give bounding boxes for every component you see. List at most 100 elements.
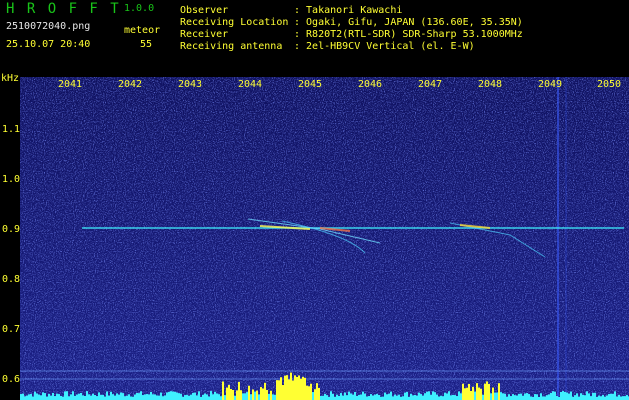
level-bar — [402, 396, 404, 400]
level-bar — [566, 392, 568, 400]
level-bar — [320, 395, 322, 400]
time-label: 2046 — [358, 79, 383, 90]
level-bar — [354, 392, 356, 400]
level-bar — [482, 394, 484, 400]
level-bar — [550, 392, 552, 400]
level-bar — [474, 391, 476, 400]
level-bar — [284, 375, 286, 400]
level-bar — [504, 393, 506, 400]
level-bar — [372, 395, 374, 400]
frequency-unit: kHz — [1, 73, 20, 84]
level-bar — [390, 391, 392, 400]
level-bar — [42, 392, 44, 400]
level-bar — [620, 396, 622, 400]
datetime: 25.10.07 20:40 — [6, 39, 91, 50]
level-bar — [494, 392, 496, 400]
level-bar — [562, 391, 564, 400]
level-bar — [364, 393, 366, 400]
level-bar — [384, 392, 386, 400]
level-bar — [528, 394, 530, 400]
level-bar — [48, 394, 50, 400]
level-bar — [80, 392, 82, 400]
level-bar — [192, 392, 194, 400]
level-bar — [418, 392, 420, 400]
level-bar — [554, 391, 556, 400]
level-bar — [216, 393, 218, 400]
level-bar — [616, 396, 618, 400]
level-bar — [194, 392, 196, 400]
level-bar — [234, 395, 236, 400]
level-bar — [184, 395, 186, 400]
level-bar — [322, 395, 324, 400]
level-bar — [368, 396, 370, 400]
frequency-label: 0.9 — [2, 224, 21, 235]
level-bar — [614, 391, 616, 400]
level-bar — [586, 391, 588, 400]
level-bar — [552, 391, 554, 400]
level-bar — [590, 396, 592, 400]
level-bar — [574, 395, 576, 400]
level-bar — [112, 394, 114, 400]
level-bar — [404, 392, 406, 400]
level-bar — [450, 395, 452, 400]
count-label: meteor — [124, 25, 161, 36]
level-bar — [318, 387, 320, 400]
level-bar — [240, 390, 242, 400]
level-bar — [88, 394, 90, 400]
level-bar — [252, 389, 254, 400]
level-bar — [548, 394, 550, 400]
level-bar — [142, 395, 144, 400]
level-bar — [484, 383, 486, 400]
info-value-observer: : Takanori Kawachi — [294, 5, 403, 16]
level-bar — [588, 393, 590, 400]
level-bar — [36, 393, 38, 400]
level-bar — [28, 394, 30, 400]
level-bar — [582, 394, 584, 400]
level-bar — [430, 394, 432, 400]
level-bar — [426, 391, 428, 400]
level-bar — [206, 394, 208, 400]
level-bar — [228, 384, 230, 400]
level-bar — [188, 395, 190, 400]
time-label: 2048 — [478, 79, 503, 90]
level-bar — [444, 392, 446, 400]
level-bar — [448, 391, 450, 400]
level-bar — [626, 395, 628, 400]
level-bar — [52, 392, 54, 400]
level-bar — [162, 396, 164, 400]
level-bar — [330, 391, 332, 400]
level-bar — [308, 386, 310, 400]
level-bar — [76, 394, 78, 400]
level-bar — [462, 383, 464, 400]
level-bar — [454, 395, 456, 400]
level-bar — [362, 391, 364, 400]
level-bar — [314, 389, 316, 400]
level-bar — [610, 393, 612, 400]
level-bar — [146, 394, 148, 400]
level-bar — [264, 382, 266, 400]
frequency-label: 1.1 — [2, 124, 21, 135]
level-bar — [468, 383, 470, 400]
header-panel: H R O F F T 1.0.0 2510072040.png 25.10.0… — [0, 0, 629, 74]
level-bar — [584, 395, 586, 400]
level-bar — [518, 393, 520, 400]
level-bar — [274, 394, 276, 400]
spectrogram — [20, 77, 629, 400]
info-key-antenna: Receiving antenna — [180, 41, 283, 52]
level-bar — [496, 392, 498, 400]
level-bar — [356, 395, 358, 400]
time-label: 2045 — [298, 79, 323, 90]
level-bar — [148, 394, 150, 400]
level-bar — [110, 391, 112, 400]
level-bar — [130, 396, 132, 400]
level-bar — [398, 394, 400, 400]
level-bar — [122, 393, 124, 400]
level-bar — [20, 394, 22, 400]
level-bar — [226, 387, 228, 400]
level-bar — [502, 393, 504, 400]
level-bar — [542, 396, 544, 400]
level-bar — [540, 393, 542, 400]
level-bar — [414, 394, 416, 400]
level-bar — [124, 396, 126, 400]
info-key-receiver: Receiver — [180, 29, 229, 40]
